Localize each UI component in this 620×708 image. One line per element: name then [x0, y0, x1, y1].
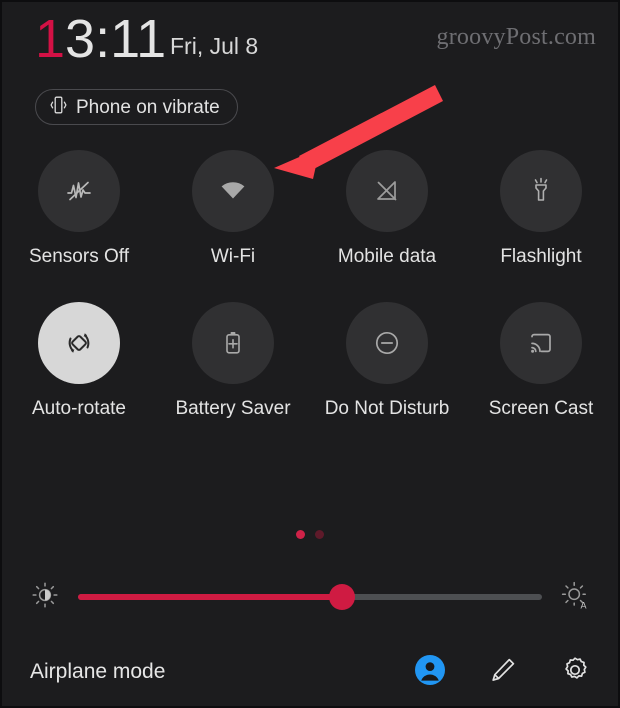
tile-label: Screen Cast: [488, 398, 594, 419]
clock-remaining-digits: 3:11: [65, 9, 167, 69]
ringer-mode-label: Phone on vibrate: [76, 96, 220, 118]
tile-icon-wrap: [346, 302, 428, 384]
tile-mobile-data[interactable]: Mobile data: [310, 150, 464, 266]
bottom-action-bar: Airplane mode: [2, 638, 618, 706]
clock-accent-digit: 1: [35, 9, 66, 69]
tile-label: Flashlight: [500, 246, 582, 267]
flashlight-icon: [521, 171, 561, 211]
screen-cast-icon: [521, 323, 561, 363]
tile-icon-wrap: [38, 150, 120, 232]
page-dot-1[interactable]: [296, 530, 305, 539]
ringer-mode-chip[interactable]: Phone on vibrate: [35, 89, 238, 125]
user-avatar-icon[interactable]: [414, 654, 446, 691]
brightness-auto-icon[interactable]: A: [560, 580, 590, 615]
settings-gear-icon[interactable]: [560, 655, 590, 690]
tile-icon-wrap: [500, 302, 582, 384]
tile-sensors-off[interactable]: Sensors Off: [2, 150, 156, 266]
tile-icon-wrap: [192, 150, 274, 232]
brightness-slider[interactable]: [78, 584, 542, 610]
quick-settings-panel: 13:11 Fri, Jul 8 groovyPost.com Phone on…: [0, 0, 620, 708]
vibrate-icon: [50, 95, 67, 120]
sensors-off-icon: [59, 171, 99, 211]
page-indicator: [2, 530, 618, 539]
tile-screen-cast[interactable]: Screen Cast: [464, 302, 618, 418]
battery-saver-icon: [213, 323, 253, 363]
do-not-disturb-icon: [367, 323, 407, 363]
quick-settings-tiles: Sensors Off Wi-Fi Mobile data Flashlight…: [2, 150, 618, 418]
date-label[interactable]: Fri, Jul 8: [170, 33, 258, 60]
tile-icon-wrap: [38, 302, 120, 384]
bottom-actions: [414, 654, 590, 691]
tile-wifi[interactable]: Wi-Fi: [156, 150, 310, 266]
clock[interactable]: 13:11: [35, 8, 166, 70]
tile-auto-rotate[interactable]: Auto-rotate: [2, 302, 156, 418]
tile-label: Do Not Disturb: [324, 398, 450, 419]
svg-text:A: A: [581, 600, 587, 610]
site-watermark: groovyPost.com: [436, 24, 596, 50]
page-dot-2[interactable]: [315, 530, 324, 539]
tile-icon-wrap: [346, 150, 428, 232]
tile-do-not-disturb[interactable]: Do Not Disturb: [310, 302, 464, 418]
auto-rotate-icon: [59, 323, 99, 363]
tile-label: Auto-rotate: [32, 398, 126, 419]
tile-label: Sensors Off: [29, 246, 129, 267]
mobile-data-off-icon: [367, 171, 407, 211]
airplane-mode-label[interactable]: Airplane mode: [30, 660, 165, 684]
brightness-low-icon: [30, 580, 60, 615]
brightness-slider-thumb[interactable]: [329, 584, 356, 610]
brightness-slider-fill: [78, 594, 343, 600]
wifi-icon: [213, 171, 253, 211]
brightness-row: A: [2, 574, 618, 620]
tile-label: Battery Saver: [175, 398, 291, 419]
tile-flashlight[interactable]: Flashlight: [464, 150, 618, 266]
tile-label: Mobile data: [337, 246, 437, 267]
tile-icon-wrap: [192, 302, 274, 384]
tile-icon-wrap: [500, 150, 582, 232]
edit-pencil-icon[interactable]: [488, 655, 518, 690]
tile-label: Wi-Fi: [210, 246, 256, 267]
tile-battery-saver[interactable]: Battery Saver: [156, 302, 310, 418]
